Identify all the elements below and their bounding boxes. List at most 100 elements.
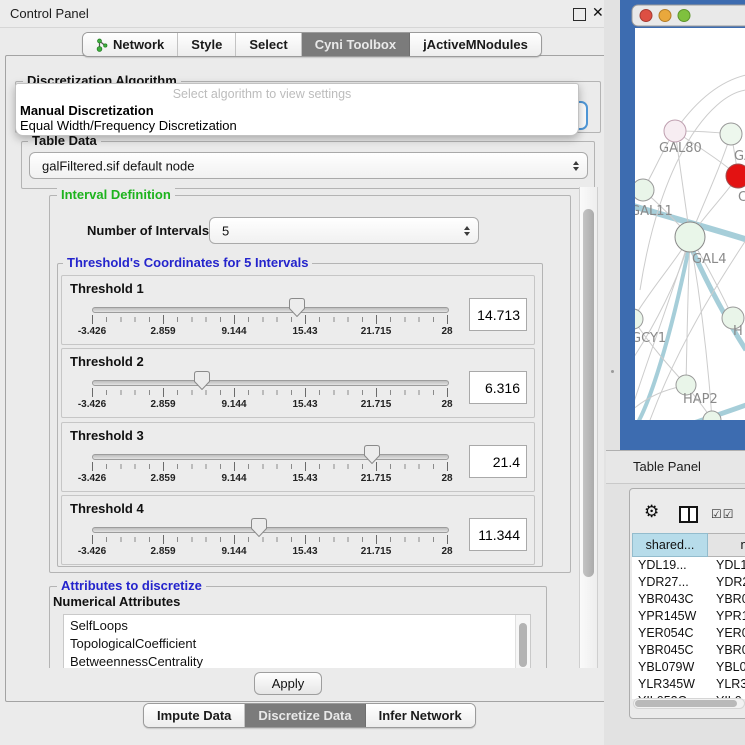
table-row[interactable]: YBR043CYBR0: [632, 591, 745, 608]
number-of-intervals-combobox[interactable]: 5: [209, 217, 479, 244]
table-row[interactable]: YPR145WYPR1: [632, 608, 745, 625]
menu-item-equal-width-frequency[interactable]: Equal Width/Frequency Discretization: [20, 118, 237, 133]
gear-icon[interactable]: ⚙: [644, 503, 659, 520]
tick-label: 15.43: [292, 546, 317, 557]
tab-discretize-data[interactable]: Discretize Data: [245, 704, 365, 727]
tab-label: Cyni Toolbox: [315, 37, 396, 52]
combo-stepper-icon: [464, 226, 470, 236]
column-header-name[interactable]: na: [708, 533, 745, 557]
attribute-list-item[interactable]: TopologicalCoefficient: [64, 635, 530, 653]
threshold-slider[interactable]: -3.4262.8599.14415.4321.71528: [92, 276, 447, 344]
table-row[interactable]: YBL079WYBL0: [632, 659, 745, 676]
threshold-slider[interactable]: -3.4262.8599.14415.4321.71528: [92, 349, 447, 417]
tick-label: -3.426: [78, 399, 106, 410]
combo-stepper-icon: [573, 161, 579, 171]
threshold-value-field[interactable]: [469, 298, 527, 331]
control-panel-titlebar: Control Panel ✕: [0, 0, 620, 28]
node-gal4[interactable]: [675, 222, 705, 252]
threshold-value-field[interactable]: [469, 518, 527, 551]
attribute-list-item[interactable]: SelfLoops: [64, 617, 530, 635]
settings-vertical-scrollbar[interactable]: [579, 187, 598, 668]
table-panel: ⚙ ☑☑ shared... na YDL19...YDL1YDR27...YD…: [629, 488, 745, 719]
table-cell: YBR0: [712, 642, 745, 659]
tab-network[interactable]: Network: [83, 33, 178, 56]
major-tick: [376, 388, 377, 397]
table-row[interactable]: YDL19...YDL1: [632, 557, 745, 574]
menu-item-manual-discretization[interactable]: Manual Discretization: [20, 103, 154, 118]
numerical-attributes-list[interactable]: SelfLoopsTopologicalCoefficientBetweenne…: [63, 614, 531, 668]
tab-infer-network[interactable]: Infer Network: [366, 704, 475, 727]
split-divider-grip[interactable]: [611, 370, 614, 373]
node-label-gal11: GAL11: [630, 204, 673, 219]
node-label-gcy1: GCY1: [631, 331, 666, 346]
threshold-slider[interactable]: -3.4262.8599.14415.4321.71528: [92, 423, 447, 491]
threshold-value-field[interactable]: [469, 445, 527, 478]
slider-thumb[interactable]: [289, 298, 305, 317]
zoom-traffic-light[interactable]: [678, 10, 690, 22]
major-tick: [447, 315, 448, 324]
slider-track[interactable]: [92, 527, 449, 533]
table-cell: YPR1: [712, 608, 745, 625]
scrollbar-thumb[interactable]: [635, 700, 737, 707]
attribute-list-item[interactable]: BetweennessCentrality: [64, 653, 530, 668]
column-header-shared[interactable]: shared...: [632, 533, 708, 557]
node-label-gal80: GAL80: [659, 141, 702, 156]
network-canvas[interactable]: GAL80 GA C GAL11 GAL4 GCY1 H HAP2: [620, 0, 745, 450]
tick-label: 21.715: [361, 326, 392, 337]
table-row[interactable]: YLR345WYLR3: [632, 676, 745, 693]
major-tick: [163, 535, 164, 544]
slider-track[interactable]: [92, 307, 449, 313]
attributes-group-title: Attributes to discretize: [57, 579, 206, 593]
table-cell: YDR2: [712, 574, 745, 591]
slider-thumb[interactable]: [251, 518, 267, 537]
tab-cyni-toolbox[interactable]: Cyni Toolbox: [302, 33, 410, 56]
slider-thumb[interactable]: [194, 371, 210, 390]
slider-track[interactable]: [92, 380, 449, 386]
node-gal80[interactable]: [664, 120, 686, 142]
tab-label: Network: [113, 37, 164, 52]
settings-scroll-viewport: Interval Definition Number of Intervals …: [47, 187, 579, 668]
tick-label: 28: [441, 473, 452, 484]
major-tick: [234, 462, 235, 471]
interval-definition-title: Interval Definition: [57, 188, 175, 202]
attributes-list-scrollbar[interactable]: [515, 615, 530, 668]
node-green-right[interactable]: [720, 123, 742, 145]
table-cell: YPR145W: [632, 608, 712, 625]
tick-label: 2.859: [150, 546, 175, 557]
tab-select[interactable]: Select: [236, 33, 301, 56]
table-cell: YLR345W: [632, 676, 712, 693]
float-window-icon[interactable]: [573, 8, 586, 21]
threshold-value-field[interactable]: [469, 371, 527, 404]
threshold-slider[interactable]: -3.4262.8599.14415.4321.71528: [92, 496, 447, 564]
tab-jactivemnodules[interactable]: jActiveMNodules: [410, 33, 541, 56]
column-layout-icon[interactable]: [679, 506, 698, 523]
table-horizontal-scrollbar[interactable]: [633, 698, 745, 709]
minimize-traffic-light[interactable]: [659, 10, 671, 22]
tab-impute-data[interactable]: Impute Data: [144, 704, 245, 727]
table-data-combobox[interactable]: galFiltered.sif default node: [29, 152, 588, 179]
table-data-value: galFiltered.sif default node: [42, 158, 194, 173]
scrollbar-thumb[interactable]: [583, 209, 594, 577]
slider-track[interactable]: [92, 454, 449, 460]
major-tick: [305, 462, 306, 471]
tab-label: Discretize Data: [258, 708, 351, 723]
apply-button[interactable]: Apply: [254, 672, 322, 695]
tab-label: Impute Data: [157, 708, 231, 723]
node-gal11[interactable]: [632, 179, 654, 201]
table-row[interactable]: YER054CYER0: [632, 625, 745, 642]
table-row[interactable]: YDR27...YDR2: [632, 574, 745, 591]
close-traffic-light[interactable]: [640, 10, 652, 22]
table-cell: YER0: [712, 625, 745, 642]
attr-list-items: SelfLoopsTopologicalCoefficientBetweenne…: [64, 615, 530, 668]
slider-minor-ticks: [92, 537, 449, 542]
scrollbar-thumb[interactable]: [519, 623, 527, 667]
tab-label: Style: [191, 37, 222, 52]
slider-thumb[interactable]: [364, 445, 380, 464]
node-red-selected[interactable]: [726, 164, 745, 188]
cyni-bottom-tabs: Impute Data Discretize Data Infer Networ…: [143, 703, 476, 728]
tab-style[interactable]: Style: [178, 33, 236, 56]
close-icon[interactable]: ✕: [592, 4, 604, 21]
checkbox-icons[interactable]: ☑☑: [711, 507, 735, 521]
major-tick: [92, 315, 93, 324]
table-row[interactable]: YBR045CYBR0: [632, 642, 745, 659]
